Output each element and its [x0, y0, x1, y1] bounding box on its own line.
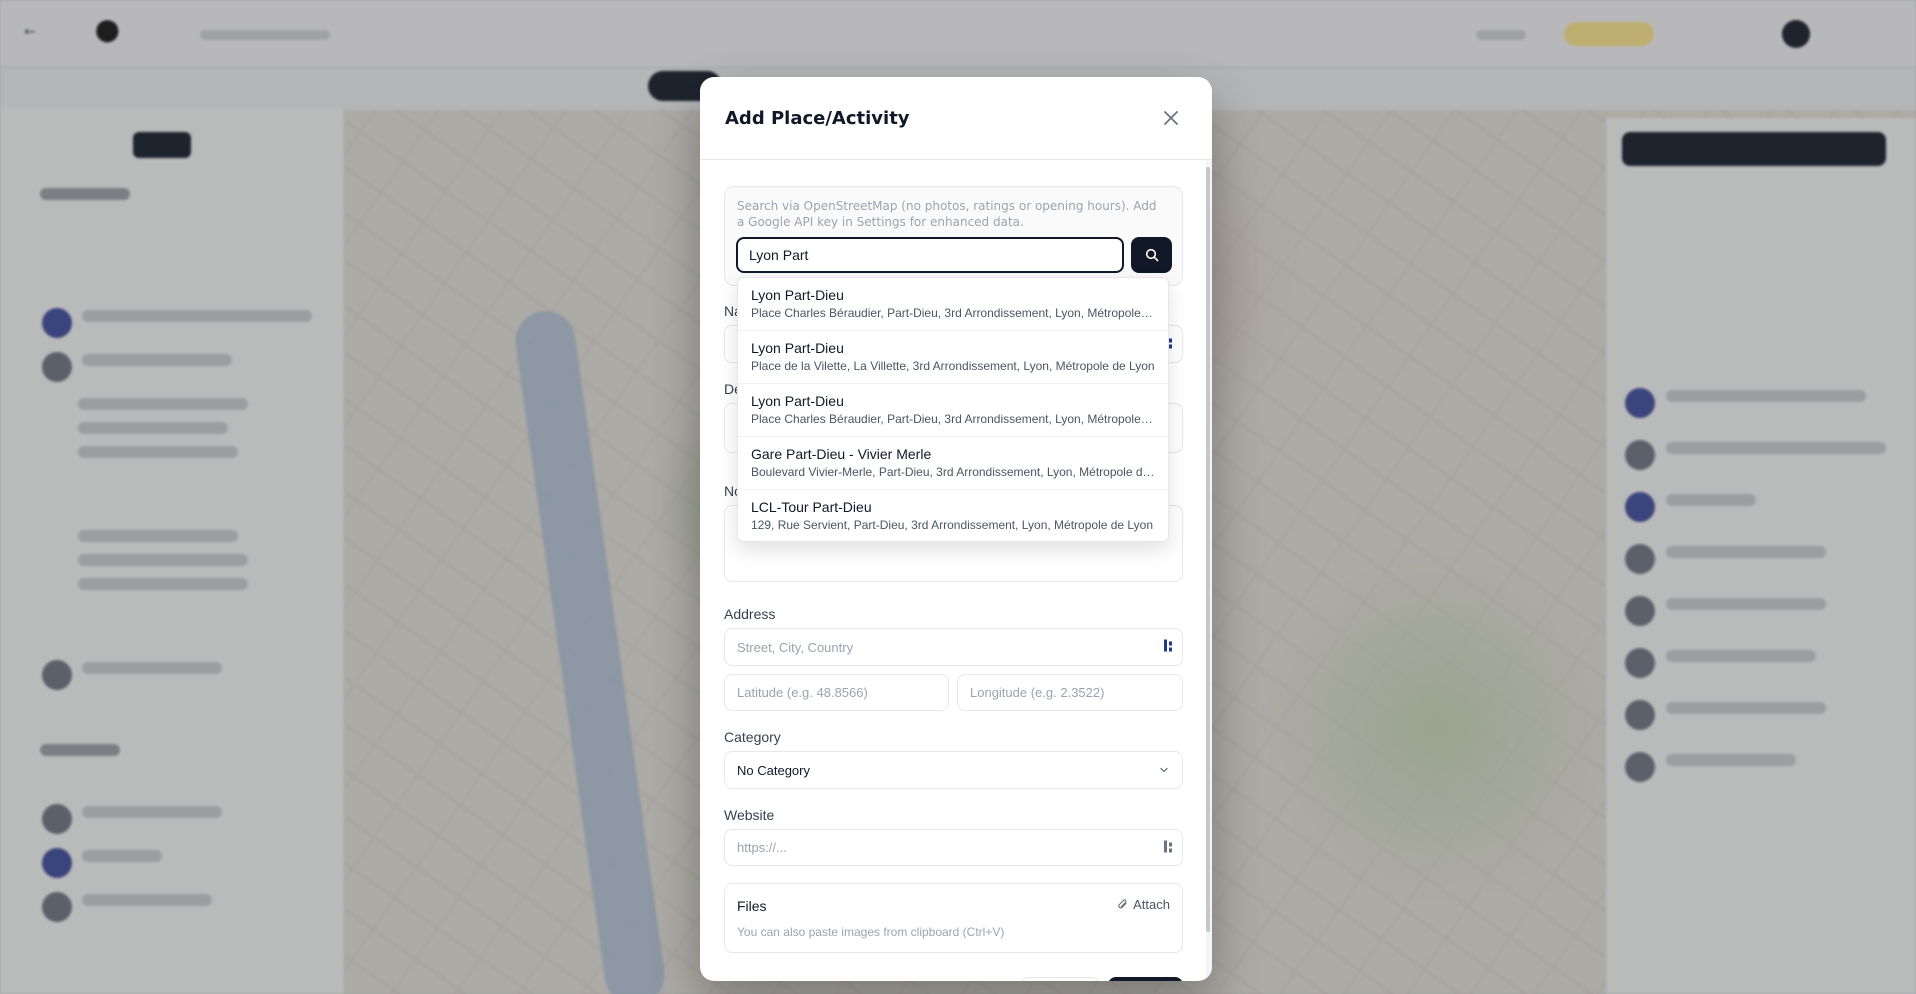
- place-search-input[interactable]: Lyon Part: [736, 237, 1124, 273]
- address-field[interactable]: Street, City, Country: [724, 628, 1183, 666]
- suggestion-address: Boulevard Vivier-Merle, Part-Dieu, 3rd A…: [751, 465, 1155, 479]
- suggestion-item[interactable]: LCL-Tour Part-Dieu 129, Rue Servient, Pa…: [738, 490, 1168, 541]
- search-button[interactable]: [1131, 237, 1172, 273]
- files-hint: You can also paste images from clipboard…: [737, 925, 1005, 939]
- suggestion-item[interactable]: Gare Part-Dieu - Vivier Merle Boulevard …: [738, 437, 1168, 490]
- close-button[interactable]: [1156, 103, 1186, 133]
- suggestion-name: Lyon Part-Dieu: [751, 287, 844, 303]
- suggestion-name: Lyon Part-Dieu: [751, 340, 844, 356]
- suggestion-name: Gare Part-Dieu - Vivier Merle: [751, 446, 932, 462]
- suggestion-address: Place Charles Béraudier, Part-Dieu, 3rd …: [751, 412, 1155, 426]
- files-section: Files Attach You can also paste images f…: [724, 883, 1183, 953]
- website-field[interactable]: https://...: [724, 829, 1183, 866]
- ai-assist-icon[interactable]: [1162, 838, 1176, 857]
- osm-hint: Search via OpenStreetMap (no photos, rat…: [737, 199, 1157, 229]
- suggestion-address: 129, Rue Servient, Part-Dieu, 3rd Arrond…: [751, 518, 1153, 532]
- search-icon: [1145, 248, 1158, 262]
- latitude-placeholder: Latitude (e.g. 48.8566): [737, 685, 868, 700]
- files-title: Files: [737, 898, 767, 914]
- suggestion-address: Place Charles Béraudier, Part-Dieu, 3rd …: [751, 306, 1155, 320]
- website-placeholder: https://...: [737, 840, 787, 855]
- latitude-field[interactable]: Latitude (e.g. 48.8566): [724, 674, 949, 711]
- osm-search-box: Search via OpenStreetMap (no photos, rat…: [724, 186, 1183, 286]
- category-label: Category: [724, 729, 781, 745]
- modal-scrollbar-thumb[interactable]: [1206, 167, 1210, 932]
- website-label: Website: [724, 807, 775, 823]
- ai-assist-icon[interactable]: [1162, 638, 1176, 657]
- modal-header: Add Place/Activity: [700, 77, 1212, 160]
- paperclip-icon: [1118, 899, 1127, 909]
- close-icon: [1164, 111, 1178, 125]
- modal-title: Add Place/Activity: [725, 108, 910, 129]
- suggestion-name: LCL-Tour Part-Dieu: [751, 499, 872, 515]
- suggestion-name: Lyon Part-Dieu: [751, 393, 844, 409]
- attach-label: Attach: [1133, 897, 1170, 912]
- suggestion-address: Place de la Vilette, La Villette, 3rd Ar…: [751, 359, 1155, 373]
- attach-button[interactable]: Attach: [1117, 897, 1170, 912]
- address-label: Address: [724, 606, 776, 622]
- suggestion-item[interactable]: Lyon Part-Dieu Place de la Vilette, La V…: [738, 331, 1168, 384]
- category-select[interactable]: No Category: [724, 751, 1183, 789]
- longitude-field[interactable]: Longitude (e.g. 2.3522): [957, 674, 1183, 711]
- address-placeholder: Street, City, Country: [737, 639, 854, 655]
- suggestion-item[interactable]: Lyon Part-Dieu Place Charles Béraudier, …: [738, 278, 1168, 331]
- category-value: No Category: [737, 762, 810, 778]
- chevron-down-icon: [1160, 767, 1168, 773]
- save-button[interactable]: [1108, 977, 1183, 981]
- search-suggestions: Lyon Part-Dieu Place Charles Béraudier, …: [737, 277, 1169, 542]
- suggestion-item[interactable]: Lyon Part-Dieu Place Charles Béraudier, …: [738, 384, 1168, 437]
- longitude-placeholder: Longitude (e.g. 2.3522): [970, 685, 1105, 700]
- cancel-button[interactable]: [1020, 977, 1100, 981]
